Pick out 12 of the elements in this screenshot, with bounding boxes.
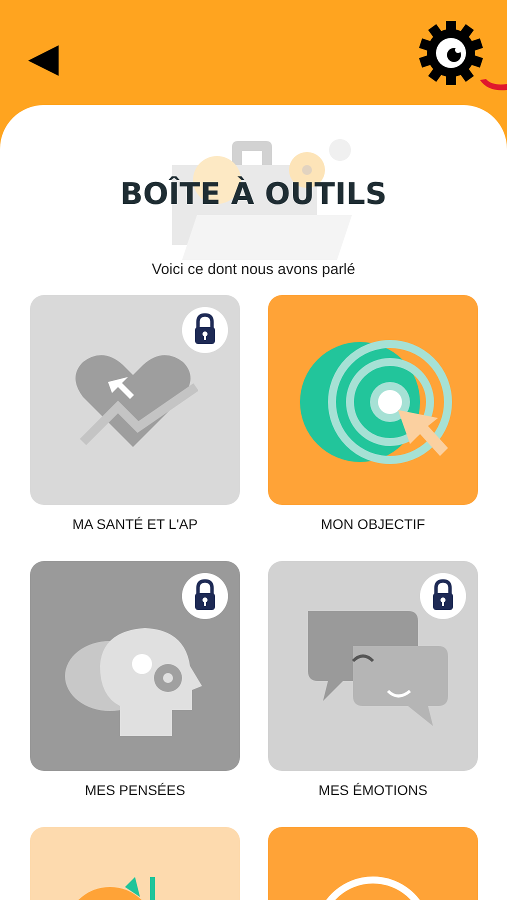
page-title: BOÎTE À OUTILS [120,177,387,212]
tile-label: MES ÉMOTIONS [318,781,428,800]
tool-tile[interactable] [30,295,240,505]
tile-label: MON OBJECTIF [320,515,426,534]
tool-tile[interactable] [268,561,478,771]
tool-tile[interactable] [268,295,478,505]
subtitle: Voici ce dont nous avons parlé [150,260,356,280]
tile-label: MES PENSÉES [84,781,186,800]
settings-icon[interactable] [418,20,484,86]
back-button[interactable]: ◀ [28,34,59,82]
tool-tile[interactable] [30,561,240,771]
tile-label: MA SANTÉ ET L'AP [71,515,199,534]
